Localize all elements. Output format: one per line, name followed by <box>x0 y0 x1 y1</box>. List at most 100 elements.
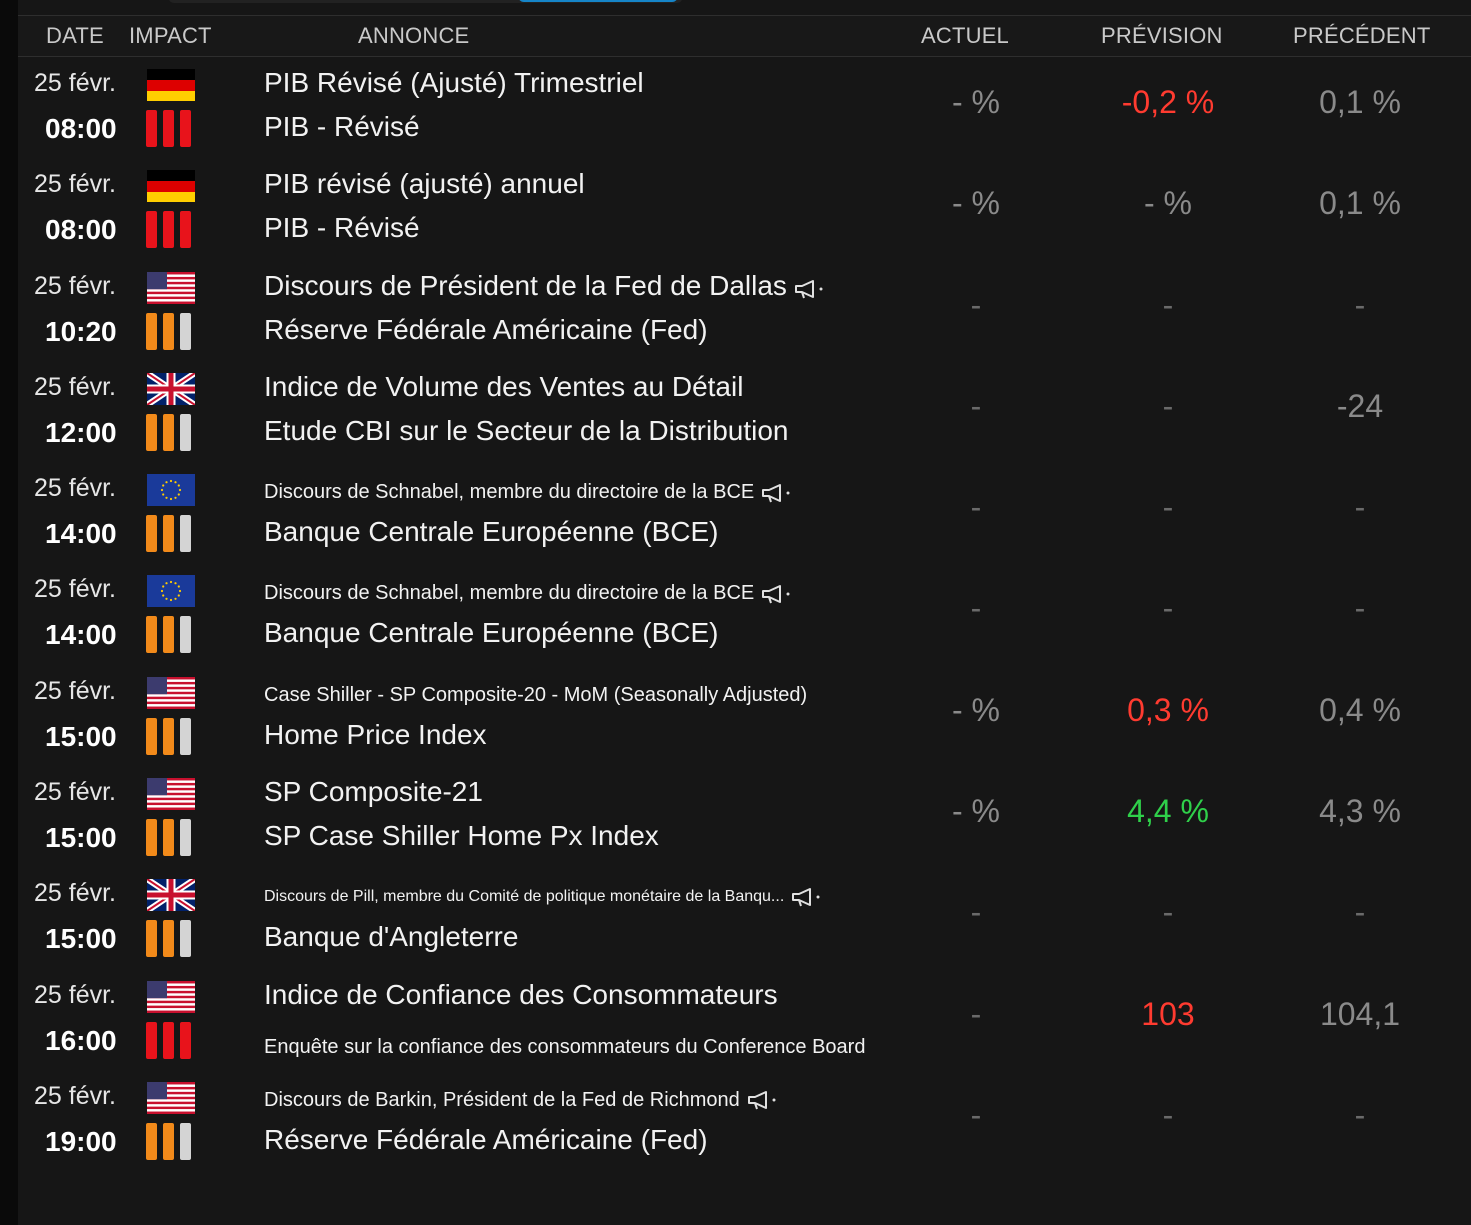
value-actuel: - % <box>952 185 1000 222</box>
impact-bar <box>163 1122 174 1160</box>
megaphone-icon <box>760 583 794 605</box>
event-subtitle: Banque d'Angleterre <box>264 921 519 953</box>
impact-bar <box>163 312 174 350</box>
impact-bar <box>180 819 191 857</box>
column-header-annonce[interactable]: ANNONCE <box>358 16 469 56</box>
impact-indicator-medium <box>146 1122 191 1160</box>
usa-flag-icon <box>147 778 195 811</box>
table-header: DATE IMPACT ANNONCE ACTUEL PRÉVISION PRÉ… <box>18 15 1471 57</box>
event-date: 25 févr. <box>34 271 116 300</box>
megaphone-icon <box>790 886 824 908</box>
value-precedent: 0,4 % <box>1319 691 1401 728</box>
column-header-date[interactable]: DATE <box>46 16 104 56</box>
event-time: 08:00 <box>45 113 117 144</box>
event-date: 25 févr. <box>34 575 116 604</box>
impact-bar <box>163 515 174 553</box>
event-time: 16:00 <box>45 1024 117 1056</box>
event-date: 25 févr. <box>34 1081 116 1110</box>
event-date: 25 févr. <box>34 474 116 503</box>
value-actuel: - <box>970 894 982 931</box>
search-button[interactable] <box>518 0 678 2</box>
impact-bar <box>180 211 191 249</box>
event-title: Indice de Confiance des Consommateurs <box>264 978 778 1010</box>
value-actuel: - <box>970 489 982 526</box>
event-title: SP Composite-21 <box>264 776 483 808</box>
column-header-impact[interactable]: IMPACT <box>129 16 212 56</box>
event-time: 12:00 <box>45 416 117 448</box>
impact-bar <box>163 211 174 249</box>
column-header-prevision[interactable]: PRÉVISION <box>1101 16 1223 56</box>
event-time: 15:00 <box>45 923 117 955</box>
impact-bar <box>180 616 191 654</box>
event-date: 25 févr. <box>34 879 116 908</box>
impact-indicator-high <box>146 110 191 147</box>
value-actuel: - <box>970 1096 982 1133</box>
event-title: Discours de Pill, membre du Comité de po… <box>264 886 824 908</box>
impact-bar <box>180 110 191 147</box>
table-row[interactable]: 25 févr. 15:00 Discours de Pill, membre … <box>18 866 1471 967</box>
column-header-precedent[interactable]: PRÉCÉDENT <box>1293 16 1431 56</box>
value-prevision: - <box>1162 387 1174 424</box>
impact-bar <box>146 920 157 958</box>
eu-flag-icon <box>147 474 195 507</box>
impact-bar <box>180 413 191 451</box>
impact-indicator-medium <box>146 312 191 350</box>
event-title: PIB révisé (ajusté) annuel <box>264 168 585 200</box>
megaphone-icon <box>793 275 827 298</box>
megaphone-icon <box>746 1089 780 1111</box>
table-row[interactable]: 25 févr. 08:00 PIB Révisé (Ajusté) Trime… <box>18 56 1471 157</box>
value-precedent: - <box>1354 590 1366 627</box>
impact-indicator-medium <box>146 515 191 553</box>
event-subtitle: PIB - Révisé <box>264 111 420 142</box>
value-precedent: 104,1 <box>1319 995 1401 1032</box>
table-row[interactable]: 25 févr. 15:00 SP Composite-21 SP Case S… <box>18 765 1471 866</box>
impact-bar <box>163 717 174 755</box>
event-subtitle: PIB - Révisé <box>264 212 420 244</box>
value-precedent: - <box>1354 286 1366 323</box>
event-subtitle: SP Case Shiller Home Px Index <box>264 820 659 852</box>
impact-indicator-medium <box>146 717 191 755</box>
table-row[interactable]: 25 févr. 15:00 Case Shiller - SP Composi… <box>18 664 1471 765</box>
value-prevision: - <box>1162 1096 1174 1133</box>
value-actuel: - % <box>952 691 1000 728</box>
value-precedent: 4,3 % <box>1319 793 1401 830</box>
impact-bar <box>163 920 174 958</box>
value-prevision: - % <box>1144 185 1192 222</box>
impact-bar <box>163 819 174 857</box>
germany-flag-icon <box>147 69 195 101</box>
event-subtitle: Réserve Fédérale Américaine (Fed) <box>264 313 708 345</box>
event-time: 15:00 <box>45 822 117 854</box>
germany-flag-icon <box>147 170 195 203</box>
table-row[interactable]: 25 févr. 08:00 PIB révisé (ajusté) annue… <box>18 157 1471 258</box>
table-row[interactable]: 25 févr. 14:00 Discours de Schnabel, mem… <box>18 461 1471 562</box>
table-row[interactable]: 25 févr. 16:00 Indice de Confiance des C… <box>18 968 1471 1069</box>
value-actuel: - <box>970 387 982 424</box>
impact-indicator-medium <box>146 616 191 654</box>
usa-flag-icon <box>147 1081 195 1114</box>
event-date: 25 févr. <box>34 69 116 97</box>
value-actuel: - % <box>952 84 1000 120</box>
value-precedent: 0,1 % <box>1319 185 1401 222</box>
impact-bar <box>146 413 157 451</box>
impact-bar <box>146 717 157 755</box>
event-time: 14:00 <box>45 619 117 651</box>
impact-bar <box>180 1122 191 1160</box>
impact-bar <box>163 413 174 451</box>
impact-bar <box>163 1021 174 1059</box>
uk-flag-icon <box>147 372 195 405</box>
column-header-actuel[interactable]: ACTUEL <box>921 16 1009 56</box>
event-date: 25 févr. <box>34 676 116 705</box>
usa-flag-icon <box>147 676 195 709</box>
value-actuel: - % <box>952 793 1000 830</box>
value-prevision: - <box>1162 894 1174 931</box>
table-row[interactable]: 25 févr. 10:20 Discours de Président de … <box>18 259 1471 360</box>
event-date: 25 févr. <box>34 372 116 401</box>
impact-bar <box>180 920 191 958</box>
value-prevision: 0,3 % <box>1127 691 1209 728</box>
event-title: PIB Révisé (Ajusté) Trimestriel <box>264 67 644 98</box>
table-row[interactable]: 25 févr. 12:00 Indice de Volume des Vent… <box>18 360 1471 461</box>
impact-bar <box>146 515 157 553</box>
impact-indicator-medium <box>146 819 191 857</box>
table-row[interactable]: 25 févr. 19:00 Discours de Barkin, Prési… <box>18 1069 1471 1170</box>
table-row[interactable]: 25 févr. 14:00 Discours de Schnabel, mem… <box>18 562 1471 663</box>
